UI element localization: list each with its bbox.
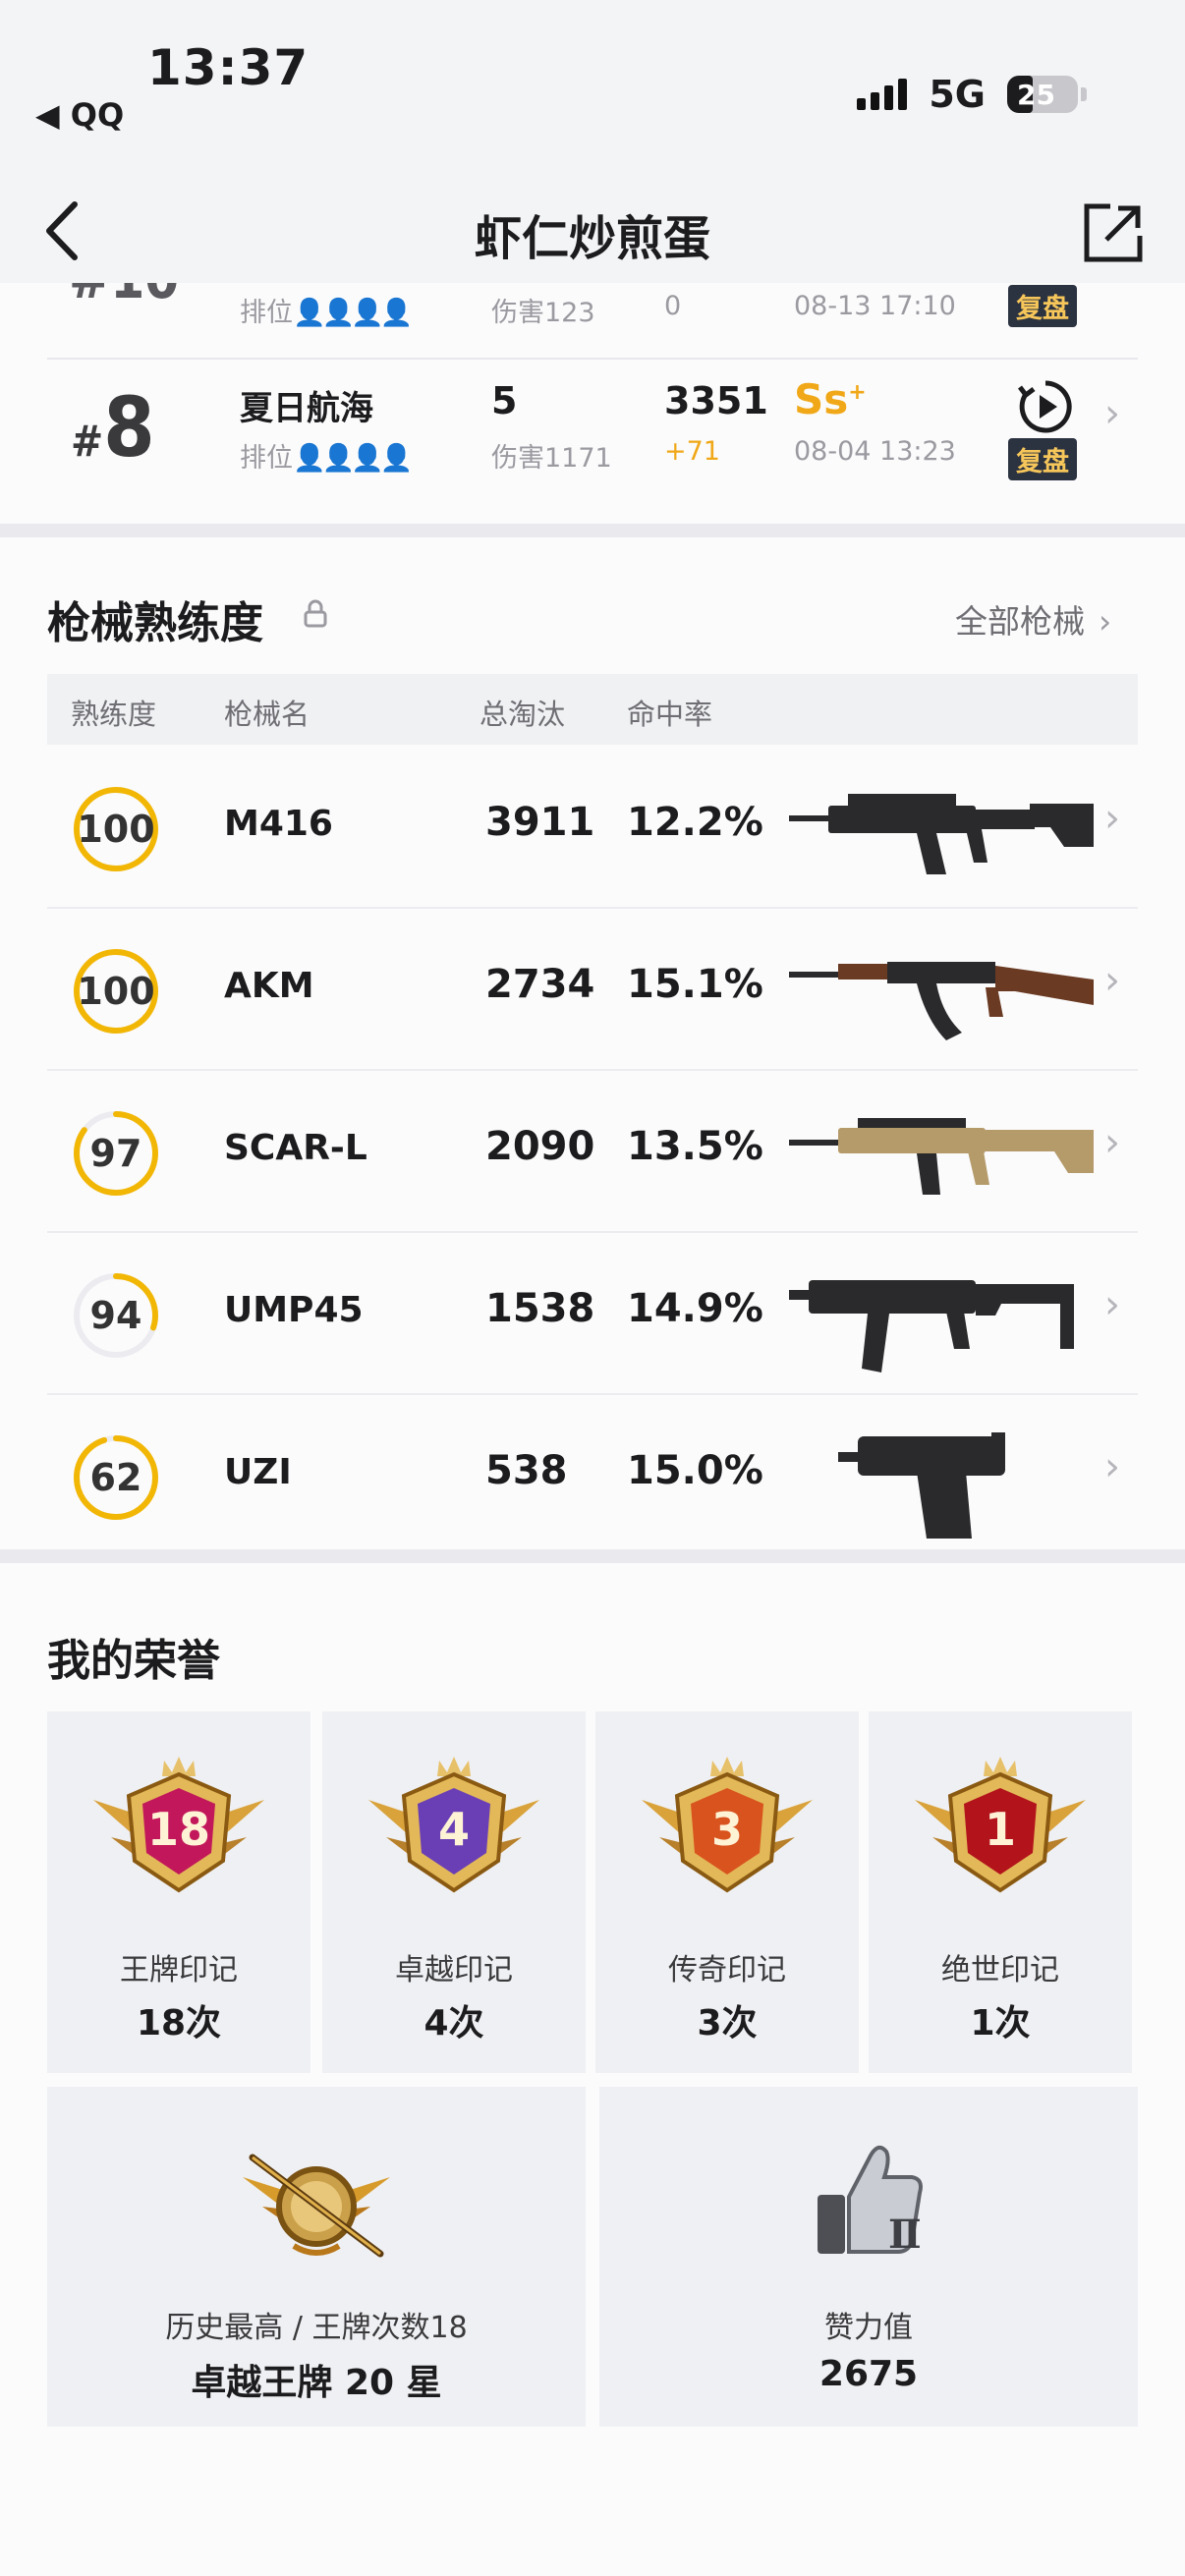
match-mode: 排位👤👤👤👤 [240,443,414,474]
honor-badge-card[interactable]: 3 传奇印记 3次 [595,1711,859,2073]
weapon-accuracy: 15.0% [627,1448,763,1493]
honor-label: 传奇印记 [668,1953,786,1988]
rifle-medal-icon [243,2154,390,2258]
honors-section-title: 我的荣誉 [47,1636,220,1686]
honor-label: 王牌印记 [120,1953,238,1988]
honor-badge-card[interactable]: 1 绝世印记 1次 [869,1711,1132,2073]
weapon-accuracy: 13.5% [627,1124,763,1169]
honor-badge-card[interactable]: 4 卓越印记 4次 [322,1711,586,2073]
honor-count: 18次 [136,2003,222,2044]
match-score: 3351 [664,379,768,422]
section-separator [0,1549,1185,1563]
weapon-name: UMP45 [224,1290,364,1330]
proficiency-level: 94 [89,1294,142,1337]
svg-text:1: 1 [985,1803,1016,1856]
honor-medal-icon: 4 [368,1757,539,1893]
proficiency-level: 100 [77,808,155,851]
weapon-row[interactable]: 94 UMP45 1538 14.9% › [47,1233,1138,1395]
match-rank: #8 [71,379,155,476]
weapon-row[interactable]: 97 SCAR-L 2090 13.5% › [47,1071,1138,1233]
grade-badge: Ss+ [794,375,867,423]
scar-rifle-icon [789,1118,1094,1195]
match-row[interactable]: #10 排位👤👤👤👤 伤害123 0 08-13 17:10 复盘 [0,283,1185,352]
weapon-kills: 1538 [485,1286,595,1331]
section-separator [0,524,1185,537]
match-time: 08-04 13:23 [794,436,956,467]
honor-badge-card[interactable]: 18 王牌印记 18次 [47,1711,310,2073]
honor-medal-icon: 3 [642,1757,813,1893]
uzi-smg-icon [838,1432,1005,1539]
proficiency-level: 62 [89,1456,142,1499]
chevron-right-icon[interactable]: › [1104,1120,1120,1165]
replay-button[interactable]: 复盘 [1008,285,1077,327]
replay-play-icon[interactable] [1016,377,1075,436]
weapon-kills: 2734 [485,962,595,1007]
weapon-accuracy: 15.1% [627,962,763,1007]
honor-label: 卓越印记 [395,1953,513,1988]
match-damage: 伤害1171 [491,443,612,474]
back-to-app-link[interactable]: ◀ QQ [35,96,124,134]
honor-medal-icon: 18 [93,1757,264,1893]
honor-count: 4次 [423,2003,484,2044]
all-weapons-link[interactable]: 全部枪械 › [955,595,1111,643]
svg-text:3: 3 [711,1803,743,1856]
weapon-row[interactable]: 100 M416 3911 12.2% › [47,747,1138,909]
honor-medal-icon: 1 [915,1757,1086,1893]
chevron-right-icon[interactable]: › [1104,796,1120,841]
lock-icon [304,599,327,628]
proficiency-level: 100 [77,970,155,1013]
replay-button[interactable]: 复盘 [1008,438,1077,480]
chevron-right-icon[interactable]: › [1104,1282,1120,1327]
chevron-right-icon[interactable]: › [1104,958,1120,1003]
svg-text:Ⅱ: Ⅱ [888,2212,922,2258]
status-time: 13:37 [147,39,310,96]
map-name: 夏日航海 [240,389,373,428]
akm-rifle-icon [789,962,1094,1040]
honor-label: 绝世印记 [941,1953,1059,1988]
match-history-list: #10 排位👤👤👤👤 伤害123 0 08-13 17:10 复盘 #8 夏日航… [0,283,1185,524]
weapon-row[interactable]: 62 UZI 538 15.0% › [47,1395,1138,1557]
chevron-right-icon[interactable]: › [1104,1444,1120,1489]
battery-icon: 25 [1007,76,1078,113]
svg-text:18: 18 [147,1803,210,1856]
likes-card[interactable]: Ⅱ 赞力值 2675 [599,2087,1138,2427]
network-type: 5G [929,73,986,116]
weapon-row[interactable]: 100 AKM 2734 15.1% › [47,909,1138,1071]
proficiency-level: 97 [89,1132,142,1175]
weapon-kills: 538 [485,1448,568,1493]
weapon-section-title: 枪械熟练度 [47,598,263,648]
match-kills: 5 [491,379,518,422]
signal-icon [857,79,908,110]
weapon-name: M416 [224,804,333,844]
history-highest-card[interactable]: 历史最高 / 王牌次数18 卓越王牌 20 星 [47,2087,586,2427]
score-delta: +71 [664,436,720,467]
chevron-right-icon[interactable]: › [1104,391,1120,436]
weapon-name: AKM [224,966,314,1006]
honor-count: 3次 [697,2003,758,2044]
svg-text:4: 4 [438,1803,470,1856]
weapon-kills: 3911 [485,800,595,845]
weapon-name: UZI [224,1452,292,1492]
thumbs-up-icon: Ⅱ [818,2145,923,2258]
history-label: 历史最高 / 王牌次数18 [165,2311,468,2345]
history-value: 卓越王牌 20 星 [191,2363,442,2403]
weapon-accuracy: 14.9% [627,1286,763,1331]
weapon-kills: 2090 [485,1124,595,1169]
weapon-accuracy: 12.2% [627,800,763,845]
weapon-name: SCAR-L [224,1128,367,1168]
honor-count: 1次 [970,2003,1031,2044]
likes-value: 2675 [818,2354,919,2394]
share-icon[interactable] [1081,200,1146,265]
match-row[interactable]: #8 夏日航海 排位👤👤👤👤 5 伤害1171 3351 +71 Ss+ 08-… [0,360,1185,517]
likes-label: 赞力值 [824,2311,913,2345]
status-indicators: 5G 25 [857,73,1087,116]
ump45-smg-icon [789,1280,1074,1372]
weapon-table-header: 熟练度 枪械名 总淘汰 命中率 [47,674,1138,745]
page-title: 虾仁炒煎蛋 [474,211,710,266]
m416-rifle-icon [789,794,1094,874]
